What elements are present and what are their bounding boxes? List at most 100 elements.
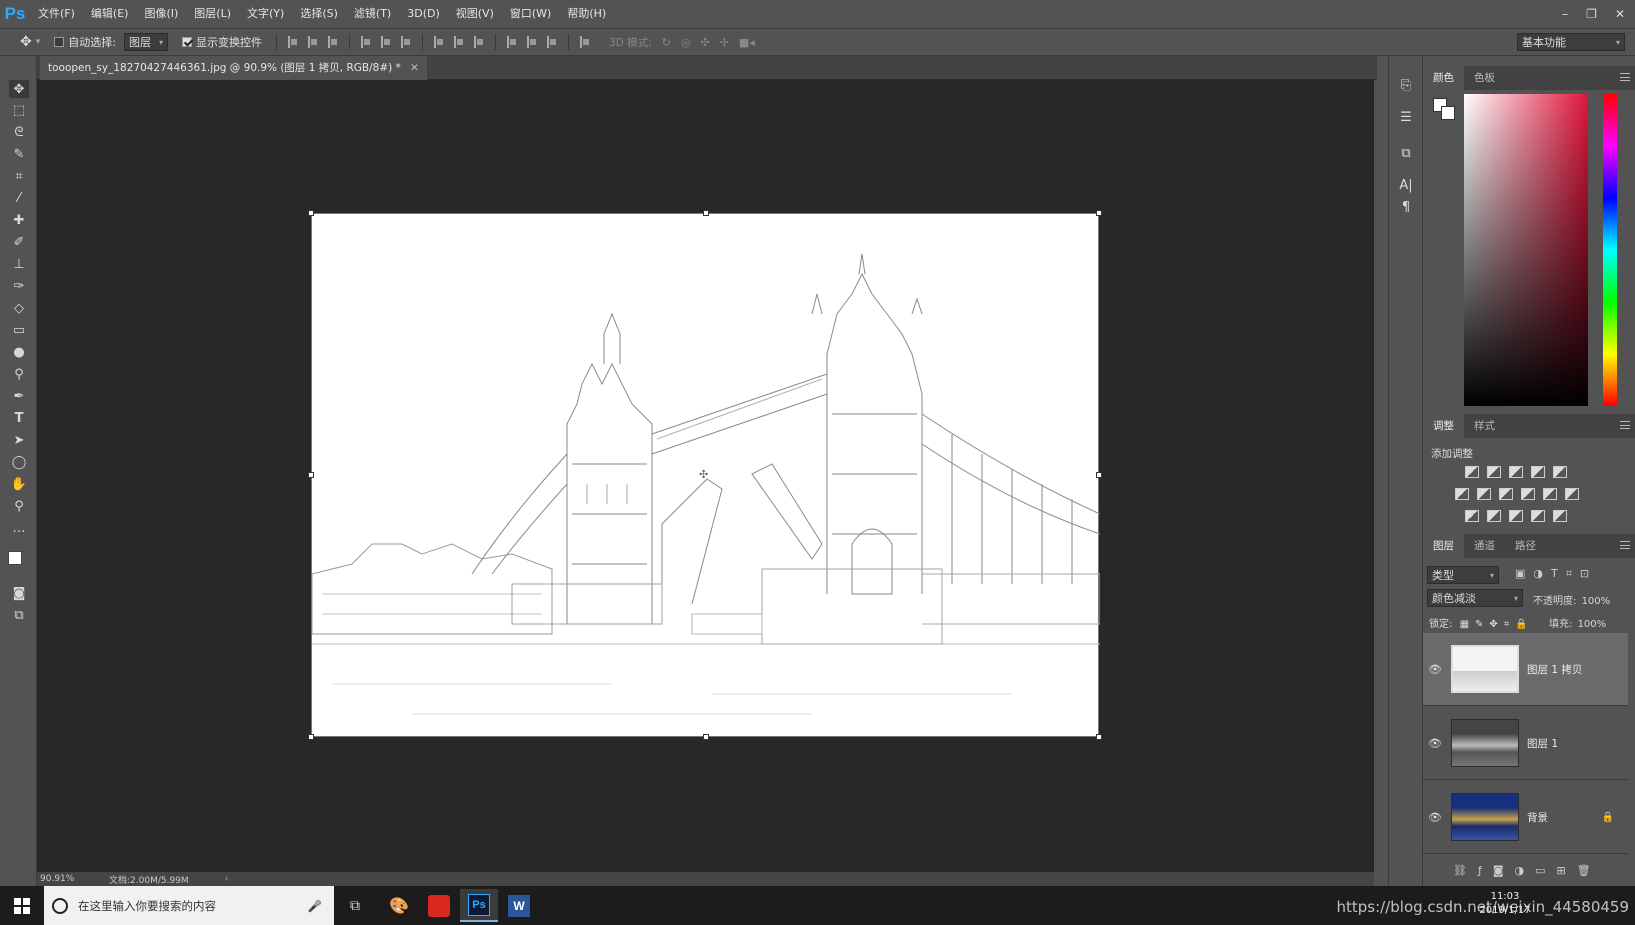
transform-handle[interactable]	[1096, 210, 1102, 216]
curves-icon[interactable]	[1509, 466, 1523, 478]
distribute-right-icon[interactable]	[547, 36, 557, 48]
preset-chevron-icon[interactable]: ▾	[36, 37, 41, 47]
menu-help[interactable]: 帮助(H)	[559, 0, 614, 28]
3d-pan-icon[interactable]: ✣	[700, 36, 709, 49]
pen-tool-icon[interactable]: ✒	[9, 387, 29, 405]
gradient-map-icon[interactable]	[1553, 510, 1567, 522]
transform-handle[interactable]	[703, 734, 709, 740]
align-left-icon[interactable]	[361, 36, 371, 48]
eraser-tool-icon[interactable]: ◇	[9, 299, 29, 317]
close-button[interactable]: ✕	[1615, 7, 1625, 21]
threshold-icon[interactable]	[1509, 510, 1523, 522]
vibrance-icon[interactable]	[1553, 466, 1567, 478]
app-youdao-icon[interactable]	[420, 889, 458, 922]
tab-channels[interactable]: 通道	[1464, 534, 1505, 558]
color-lookup-icon[interactable]	[1565, 488, 1579, 500]
lasso-tool-icon[interactable]: ᘓ	[9, 123, 29, 141]
clone-source-panel-icon[interactable]: ⧉	[1395, 142, 1417, 164]
app-paint-icon[interactable]: 🎨	[380, 889, 418, 922]
distribute-bottom-icon[interactable]	[474, 36, 484, 48]
align-top-icon[interactable]	[288, 36, 298, 48]
screen-mode-icon[interactable]: ⧉	[9, 606, 29, 624]
quick-select-tool-icon[interactable]: ✎	[9, 145, 29, 163]
distribute-hcenter-icon[interactable]	[527, 36, 537, 48]
zoom-level[interactable]: 90.91%	[40, 874, 106, 884]
visibility-eye-icon[interactable]: 👁	[1423, 737, 1447, 750]
workspace-dropdown[interactable]: 基本功能 ▾	[1517, 33, 1625, 51]
3d-roll-icon[interactable]: ◎	[681, 36, 691, 49]
tab-styles[interactable]: 样式	[1464, 414, 1505, 438]
taskbar-search[interactable]: 在这里输入你要搜索的内容 🎤	[44, 886, 334, 925]
background-color-chip[interactable]	[1441, 106, 1455, 120]
menu-type[interactable]: 文字(Y)	[239, 0, 292, 28]
marquee-tool-icon[interactable]: ⬚	[9, 101, 29, 119]
black-white-icon[interactable]	[1499, 488, 1513, 500]
3d-orbit-icon[interactable]: ↻	[662, 36, 671, 49]
foreground-color-swatch[interactable]	[8, 551, 22, 565]
windows-start-icon[interactable]	[14, 898, 30, 914]
layer-filter-icons[interactable]: ▣◑T⌗⊡	[1515, 567, 1597, 581]
app-photoshop-icon[interactable]: Ps	[460, 889, 498, 922]
align-right-icon[interactable]	[401, 36, 411, 48]
posterize-icon[interactable]	[1487, 510, 1501, 522]
color-picker-field[interactable]	[1464, 94, 1588, 406]
show-transform-checkbox[interactable]	[182, 37, 192, 47]
layer-name[interactable]: 图层 1	[1527, 736, 1558, 751]
blend-mode-dropdown[interactable]: 颜色减淡 ▾	[1427, 589, 1523, 607]
align-hcenter-icon[interactable]	[381, 36, 391, 48]
brush-tool-icon[interactable]: ✐	[9, 233, 29, 251]
menu-window[interactable]: 窗口(W)	[502, 0, 559, 28]
document-image[interactable]: ✣	[308, 210, 1102, 740]
ellipse-tool-icon[interactable]: ◯	[9, 453, 29, 471]
levels-icon[interactable]	[1487, 466, 1501, 478]
document-tab[interactable]: tooopen_sy_18270427446361.jpg @ 90.9% (图…	[40, 56, 427, 80]
menu-layer[interactable]: 图层(L)	[186, 0, 239, 28]
microphone-icon[interactable]: 🎤	[308, 899, 322, 913]
tab-adjustments[interactable]: 调整	[1423, 414, 1464, 438]
lock-icons[interactable]: ▦✎✥⌗🔒	[1460, 619, 1534, 630]
status-menu-chevron-icon[interactable]: ›	[225, 874, 229, 884]
transform-handle[interactable]	[308, 210, 314, 216]
quick-mask-icon[interactable]: ◙	[9, 584, 29, 602]
hue-saturation-icon[interactable]	[1455, 488, 1469, 500]
invert-icon[interactable]	[1465, 510, 1479, 522]
layer-row[interactable]: 👁 图层 1	[1423, 707, 1628, 780]
layer-filter-dropdown[interactable]: 类型 ▾	[1427, 566, 1499, 584]
align-vcenter-icon[interactable]	[308, 36, 318, 48]
panel-menu-icon[interactable]	[1620, 73, 1630, 81]
move-tool-icon[interactable]: ✥	[9, 80, 29, 98]
tab-swatches[interactable]: 色板	[1464, 66, 1505, 90]
selective-color-icon[interactable]	[1531, 510, 1545, 522]
transform-handle[interactable]	[308, 734, 314, 740]
character-panel-icon[interactable]: A|	[1395, 174, 1417, 196]
close-tab-icon[interactable]: ✕	[410, 62, 419, 74]
task-view-icon[interactable]: ⧉	[336, 889, 374, 922]
layers-bottom-toolbar[interactable]: ⛓ƒ◙◑▭⊞🗑	[1453, 864, 1602, 877]
transform-handle[interactable]	[703, 210, 709, 216]
zoom-tool-icon[interactable]: ⚲	[9, 497, 29, 515]
distribute-left-icon[interactable]	[507, 36, 517, 48]
restore-button[interactable]: ❐	[1586, 7, 1597, 21]
history-brush-tool-icon[interactable]: ✑	[9, 277, 29, 295]
auto-select-dropdown[interactable]: 图层 ▾	[123, 33, 168, 51]
properties-panel-icon[interactable]: ☰	[1395, 106, 1417, 128]
tab-layers[interactable]: 图层	[1423, 534, 1464, 558]
crop-tool-icon[interactable]: ⌗	[9, 167, 29, 185]
history-panel-icon[interactable]: ⎘	[1395, 74, 1417, 96]
menu-image[interactable]: 图像(I)	[136, 0, 186, 28]
transform-handle[interactable]	[308, 472, 314, 478]
healing-brush-tool-icon[interactable]: ✚	[9, 211, 29, 229]
hue-slider[interactable]	[1603, 94, 1617, 406]
auto-align-icon[interactable]	[580, 36, 590, 48]
minimize-button[interactable]: –	[1562, 7, 1568, 21]
align-bottom-icon[interactable]	[328, 36, 338, 48]
fill-value[interactable]: 100%	[1578, 619, 1607, 630]
app-word-icon[interactable]: W	[500, 889, 538, 922]
3d-slide-icon[interactable]: ✢	[720, 36, 729, 49]
brightness-icon[interactable]	[1465, 466, 1479, 478]
paragraph-panel-icon[interactable]: ¶	[1395, 196, 1417, 218]
menu-filter[interactable]: 滤镜(T)	[346, 0, 399, 28]
menu-edit[interactable]: 编辑(E)	[83, 0, 137, 28]
type-tool-icon[interactable]: T	[9, 409, 29, 427]
transform-center-icon[interactable]: ✣	[699, 468, 708, 481]
